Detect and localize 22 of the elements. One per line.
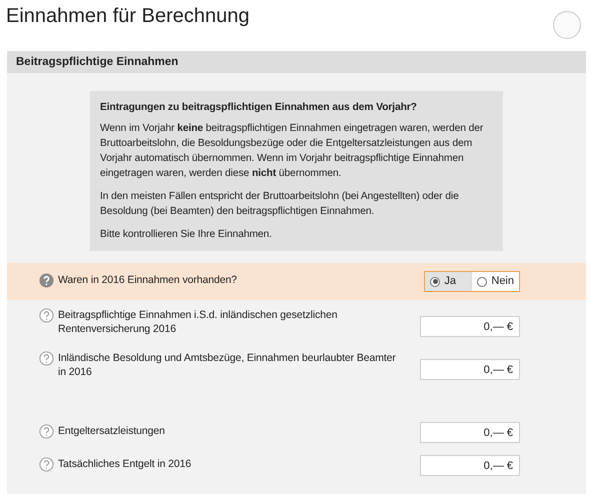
amount-field[interactable]: 0,— € bbox=[420, 316, 520, 337]
amount-field[interactable]: 0,— € bbox=[420, 359, 520, 380]
field-label: Tatsächliches Entgelt in 2016 bbox=[58, 457, 192, 471]
info-text: In den meisten Fällen entspricht der Bruttoarbeitslohn (bei Angestellten) oder die Besoldung (bei Beamten) den beitragspflichtigen Einnahmen. bbox=[100, 190, 460, 219]
help-icon[interactable] bbox=[39, 457, 54, 472]
field-label: Beitragspflichtige Einnahmen i.S.d. inländischen gesetzlichen Rentenversicherung 2016 bbox=[58, 308, 338, 336]
page-title: Einnahmen für Berechnung bbox=[6, 4, 250, 29]
radio-option[interactable]: Ja bbox=[425, 272, 472, 291]
help-icon[interactable] bbox=[39, 424, 54, 439]
help-icon[interactable] bbox=[39, 351, 54, 366]
field-label: Entgeltersatzleistungen bbox=[58, 424, 166, 438]
help-icon[interactable] bbox=[39, 308, 54, 323]
section-header: Beitragspflichtige Einnahmen bbox=[7, 51, 586, 73]
field-label: Waren in 2016 Einnahmen vorhanden? bbox=[58, 273, 238, 287]
info-text: Wenn im Vorjahr keine beitragspflichtigen Einnahmen eingetragen waren, werden der Bruttoarbeitslohn, die Besoldungsbezüge oder die Entgeltersatzleistungen aus dem Vorjahr automatisch übernommen. Wenn im Vorjahr beitragspflichtige Einnahmen eingetragen waren, werden diese nicht übernommen. bbox=[100, 122, 484, 181]
field-label: Inländische Besoldung und Amtsbezüge, Einnahmen beurlaubter Beamter in 2016 bbox=[58, 351, 397, 379]
help-icon[interactable] bbox=[39, 273, 54, 288]
amount-field[interactable]: 0,— € bbox=[420, 455, 520, 476]
round-button[interactable] bbox=[553, 11, 581, 39]
info-heading: Eintragungen zu beitragspflichtigen Einnahmen aus dem Vorjahr? bbox=[100, 101, 418, 115]
info-text: Bitte kontrollieren Sie Ihre Einnahmen. bbox=[100, 228, 273, 242]
amount-field[interactable]: 0,— € bbox=[420, 422, 520, 443]
